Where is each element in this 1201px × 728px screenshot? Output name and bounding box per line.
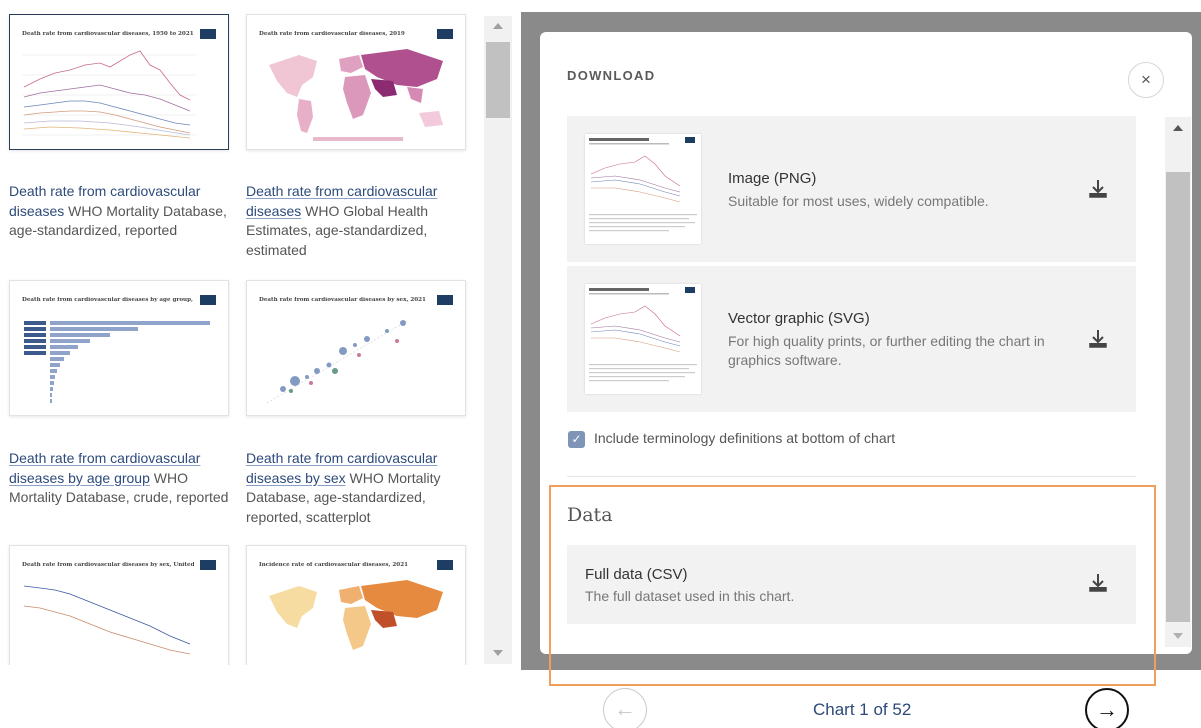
download-icon[interactable] — [1087, 328, 1109, 350]
thumbnail-line-chart — [23, 585, 191, 655]
chart-thumbnail[interactable]: Incidence rate of cardiovascular disease… — [246, 545, 466, 665]
png-preview-image — [585, 134, 701, 244]
option-title: Image (PNG) — [728, 170, 817, 187]
chart-thumbnail[interactable]: Death rate from cardiovascular diseases,… — [9, 14, 229, 150]
include-terminology-checkbox[interactable]: ✓ — [568, 431, 585, 448]
download-icon[interactable] — [1087, 178, 1109, 200]
chart-counter: Chart 1 of 52 — [813, 700, 912, 719]
download-png-option[interactable]: Image (PNG) Suitable for most uses, wide… — [567, 116, 1136, 262]
chart-link-continued[interactable]: diseases by age group — [9, 470, 150, 486]
include-terminology-label[interactable]: Include terminology definitions at botto… — [594, 430, 895, 446]
thumbnail-world-map — [269, 580, 443, 650]
section-divider — [567, 476, 1136, 477]
gallery-card-caption: Death rate from cardiovascular diseases … — [246, 449, 476, 527]
next-chart-button[interactable]: → — [1085, 688, 1129, 728]
checkmark-icon: ✓ — [571, 432, 582, 446]
svg-preview-image — [585, 284, 701, 394]
chart-link[interactable]: Death rate from cardiovascular — [9, 450, 200, 466]
arrow-left-icon: ← — [614, 696, 636, 721]
previous-chart-button[interactable]: ← — [603, 688, 647, 728]
chart-link[interactable]: Death rate from cardiovascular — [246, 450, 437, 466]
data-section-highlight — [549, 485, 1156, 686]
arrow-right-icon: → — [1096, 697, 1118, 722]
chart-link[interactable]: Death rate from cardiovascular — [246, 183, 437, 199]
scroll-up-arrow-icon[interactable] — [493, 23, 503, 29]
close-button[interactable]: × — [1128, 62, 1164, 98]
scroll-down-arrow-icon[interactable] — [493, 650, 503, 656]
close-icon: × — [1141, 70, 1151, 89]
chart-thumbnail[interactable]: Death rate from cardiovascular diseases … — [9, 280, 229, 416]
option-description: For high quality prints, or further edit… — [728, 333, 1045, 368]
modal-scrollbar[interactable] — [1165, 117, 1191, 647]
gallery-scrollbar[interactable] — [484, 16, 512, 664]
chart-link-continued[interactable]: diseases by sex — [246, 470, 346, 486]
thumbnail-line-chart — [22, 50, 196, 139]
preview-chart-graphic — [589, 137, 697, 232]
preview-chart-graphic — [589, 287, 697, 382]
scroll-down-arrow-icon[interactable] — [1173, 633, 1183, 639]
thumbnail-world-map — [269, 49, 443, 141]
page: Death rate from cardiovascular diseases,… — [0, 0, 1201, 728]
thumbnail-bar-chart — [24, 321, 210, 403]
option-title: Vector graphic (SVG) — [728, 310, 870, 327]
chart-thumbnail[interactable]: Death rate from cardiovascular diseases,… — [246, 14, 466, 150]
chart-link-continued[interactable]: diseases — [246, 203, 301, 219]
gallery-card-caption: Death rate from cardiovascular diseases … — [246, 182, 476, 260]
thumbnail-scatterplot — [266, 320, 408, 404]
scroll-up-arrow-icon[interactable] — [1173, 125, 1183, 131]
chart-gallery: Death rate from cardiovascular diseases,… — [0, 0, 485, 665]
scrollbar-thumb[interactable] — [486, 42, 510, 118]
chart-thumbnail[interactable]: Death rate from cardiovascular diseases … — [9, 545, 229, 665]
gallery-card-caption: Death rate from cardiovascular diseases … — [9, 182, 239, 241]
download-svg-option[interactable]: Vector graphic (SVG) For high quality pr… — [567, 266, 1136, 412]
scrollbar-thumb[interactable] — [1166, 172, 1190, 622]
chart-thumbnail[interactable]: Death rate from cardiovascular diseases … — [246, 280, 466, 416]
modal-title: DOWNLOAD — [567, 68, 656, 83]
gallery-card-caption: Death rate from cardiovascular diseases … — [9, 449, 239, 508]
option-description: Suitable for most uses, widely compatibl… — [728, 193, 989, 209]
